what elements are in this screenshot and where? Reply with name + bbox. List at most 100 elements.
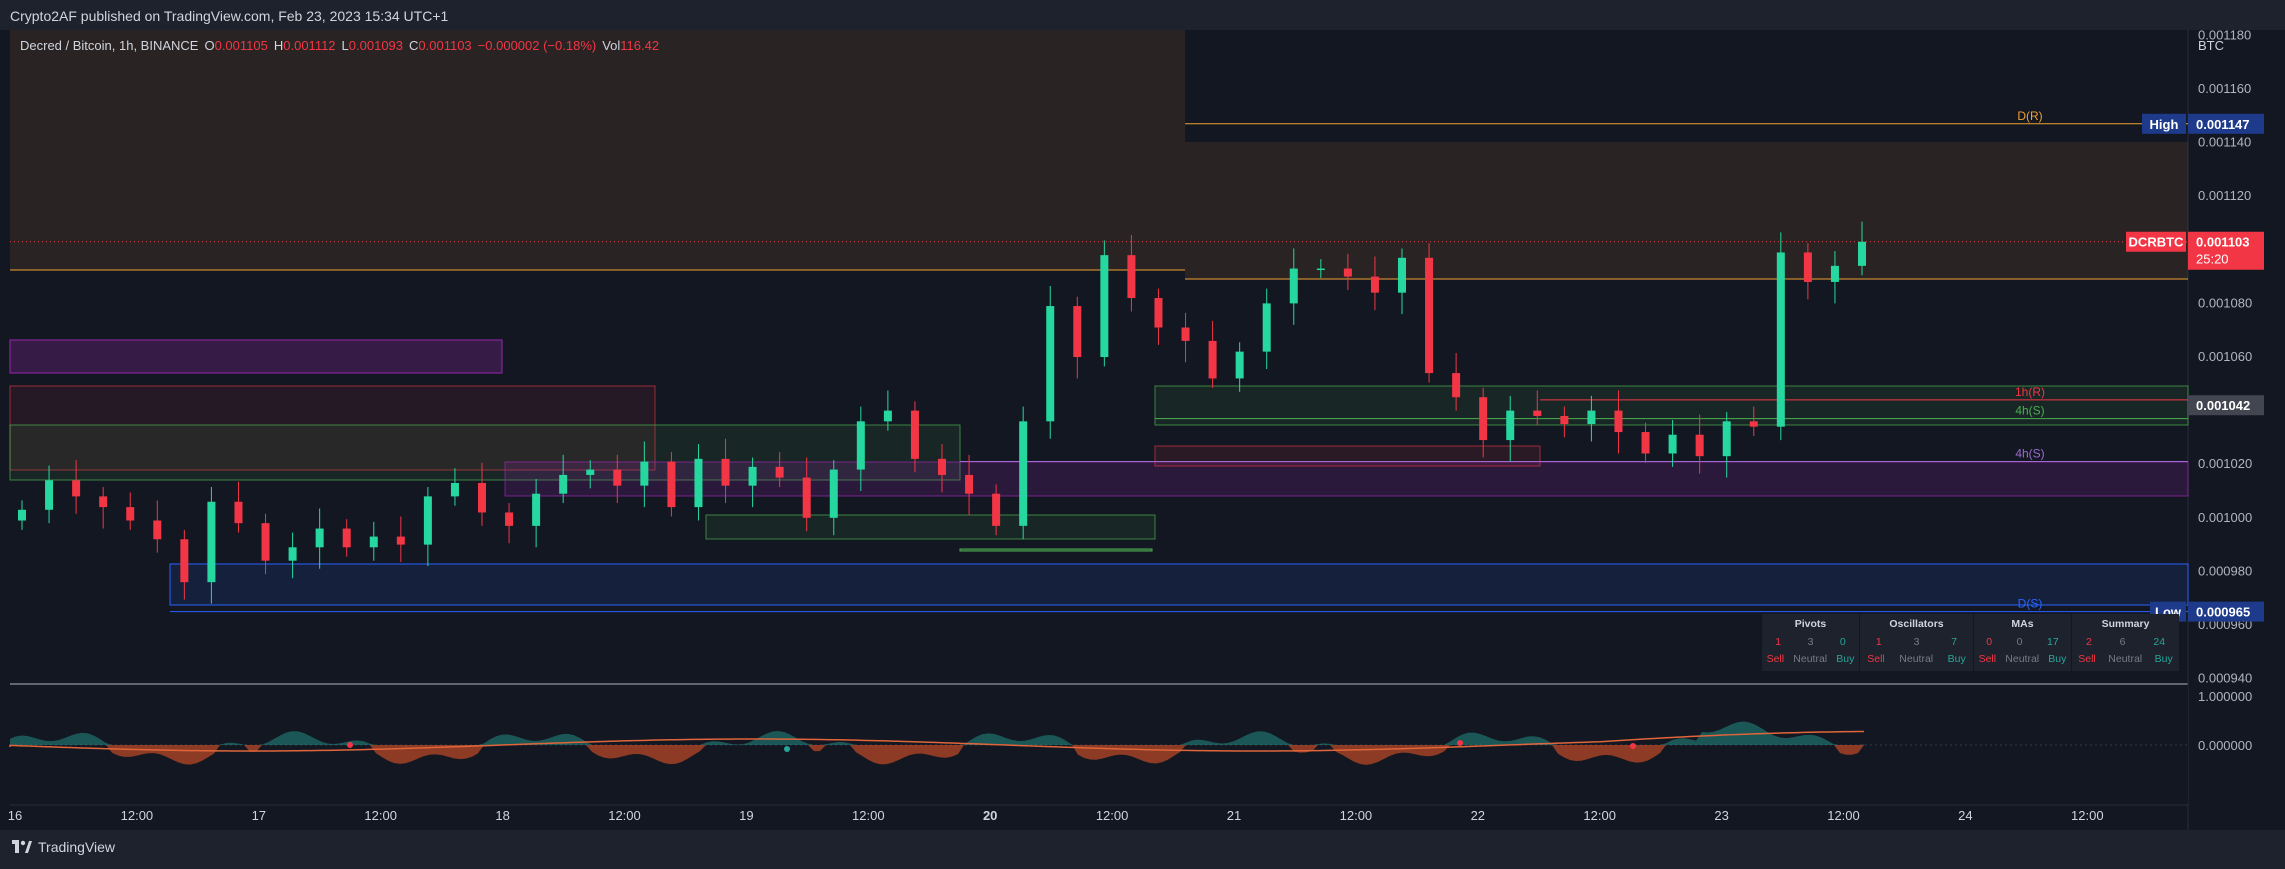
candle-52 bbox=[1425, 243, 1434, 383]
oscillators-neutral-label: Neutral bbox=[1899, 653, 1934, 665]
summary-sell-label: Sell bbox=[2078, 653, 2096, 665]
candle-body-56 bbox=[1533, 410, 1542, 416]
osc-y-tick-0: 1.000000 bbox=[2198, 689, 2252, 704]
summary-cell-mas: MAs 0 0 17 Sell Neutral Buy bbox=[1974, 614, 2071, 671]
candle-body-20 bbox=[559, 474, 568, 494]
candle-body-57 bbox=[1560, 415, 1569, 425]
mas-sell-label: Sell bbox=[1978, 653, 1997, 665]
oscillators-header: Oscillators bbox=[1889, 618, 1944, 630]
pivots-neutral-count: 3 bbox=[1807, 636, 1814, 648]
x-tick-12: 22 bbox=[1471, 808, 1485, 823]
candle-body-53 bbox=[1452, 373, 1461, 398]
candle-body-17 bbox=[478, 482, 486, 513]
mas-neutral-count: 0 bbox=[2016, 636, 2023, 648]
oscillator-cross-dot-1 bbox=[784, 746, 790, 752]
level-label-0: D(R) bbox=[2017, 109, 2042, 123]
candle-body-8 bbox=[234, 501, 243, 524]
tradingview-logo-icon bbox=[12, 840, 32, 853]
candle-body-44 bbox=[1208, 340, 1217, 379]
x-tick-14: 23 bbox=[1714, 808, 1728, 823]
x-tick-4: 18 bbox=[495, 808, 509, 823]
candle-body-22 bbox=[613, 469, 622, 486]
price-chart-svg[interactable]: D(R)1h(R)4h(S)4h(S)D(S)0.0011800.0011600… bbox=[0, 0, 2285, 830]
y-tick-10: 0.000940 bbox=[2198, 671, 2252, 686]
level-label-2: 4h(S) bbox=[2015, 404, 2044, 418]
candle-body-62 bbox=[1695, 434, 1704, 457]
close-value: 0.001103 bbox=[418, 38, 472, 53]
candle-body-10 bbox=[288, 547, 297, 561]
y-tick-7: 0.001000 bbox=[2198, 510, 2252, 525]
high-label: H bbox=[273, 38, 284, 53]
price-tag-value-0: 0.001147 bbox=[2196, 117, 2250, 132]
zone-10 bbox=[959, 548, 1153, 552]
summary-cell-pivots: Pivots 1 3 0 Sell Neutral Buy bbox=[1762, 614, 1859, 671]
candle-body-43 bbox=[1181, 327, 1190, 341]
mas-header: MAs bbox=[2011, 618, 2034, 630]
y-axis-unit: BTC bbox=[2198, 38, 2224, 53]
candle-body-32 bbox=[883, 410, 892, 422]
candle-body-2 bbox=[72, 480, 81, 497]
candle-body-65 bbox=[1776, 252, 1785, 427]
candle-40 bbox=[1100, 240, 1109, 367]
candle-body-46 bbox=[1262, 303, 1271, 352]
symbol-legend: Decred / Bitcoin, 1h, BINANCE O0.001105 … bbox=[20, 38, 659, 53]
candle-body-26 bbox=[721, 458, 730, 486]
candle-body-4 bbox=[126, 507, 135, 521]
candle-body-42 bbox=[1154, 298, 1163, 328]
zone-8 bbox=[169, 563, 2189, 606]
candle-body-3 bbox=[99, 496, 108, 508]
y-tick-6: 0.001020 bbox=[2198, 456, 2252, 471]
candle-body-18 bbox=[505, 512, 514, 526]
footer-bar: TradingView bbox=[0, 830, 2285, 869]
candle-body-31 bbox=[856, 421, 865, 470]
open-value: 0.001105 bbox=[214, 38, 268, 53]
y-tick-1: 0.001160 bbox=[2198, 81, 2251, 96]
candle-body-9 bbox=[261, 523, 270, 561]
x-tick-10: 21 bbox=[1227, 808, 1241, 823]
x-tick-0: 16 bbox=[8, 808, 22, 823]
volume-value: 116.42 bbox=[620, 38, 660, 53]
pivots-buy-label: Buy bbox=[1836, 653, 1855, 665]
candle-body-58 bbox=[1587, 410, 1596, 425]
oscillator-cross-dot-3 bbox=[1630, 743, 1636, 749]
price-tag-value-3: 0.000965 bbox=[2196, 605, 2250, 620]
y-tick-5: 0.001060 bbox=[2198, 349, 2252, 364]
summary-buy-label: Buy bbox=[2154, 653, 2173, 665]
x-tick-3: 12:00 bbox=[364, 808, 397, 823]
pivots-header: Pivots bbox=[1794, 618, 1827, 630]
x-tick-8: 20 bbox=[983, 808, 997, 823]
candle-body-49 bbox=[1343, 268, 1352, 277]
candle-body-5 bbox=[153, 520, 162, 540]
price-tag-value-1: 0.001103 bbox=[2196, 235, 2250, 250]
symbol-title[interactable]: Decred / Bitcoin, 1h, BINANCE bbox=[20, 38, 198, 53]
candle-body-34 bbox=[938, 458, 946, 475]
close-label: C bbox=[409, 38, 419, 53]
mas-buy-label: Buy bbox=[2048, 653, 2067, 665]
oscillators-buy-count: 7 bbox=[1951, 636, 1958, 648]
high-value: 0.001112 bbox=[283, 38, 336, 53]
y-tick-3: 0.001120 bbox=[2198, 188, 2251, 203]
oscillators-sell-count: 1 bbox=[1875, 636, 1882, 648]
y-tick-8: 0.000980 bbox=[2198, 563, 2252, 578]
oscillators-buy-label: Buy bbox=[1947, 653, 1966, 665]
mas-neutral-label: Neutral bbox=[2005, 653, 2040, 665]
candle-body-36 bbox=[992, 493, 1001, 526]
candle-body-41 bbox=[1127, 255, 1136, 299]
x-tick-6: 19 bbox=[739, 808, 753, 823]
candle-body-50 bbox=[1370, 276, 1379, 293]
x-tick-13: 12:00 bbox=[1583, 808, 1616, 823]
summary-neutral-count: 6 bbox=[2119, 636, 2126, 648]
candle-body-39 bbox=[1073, 306, 1082, 357]
price-tag-name-0: High bbox=[2150, 117, 2179, 132]
low-value: 0.001093 bbox=[348, 38, 404, 53]
mas-sell-count: 0 bbox=[1986, 636, 1993, 648]
zone-2 bbox=[9, 339, 503, 374]
summary-cell-summary: Summary 2 6 24 Sell Neutral Buy bbox=[2072, 614, 2179, 671]
tradingview-logo[interactable]: TradingView bbox=[12, 839, 115, 855]
candle-body-35 bbox=[965, 474, 974, 494]
candle-body-67 bbox=[1830, 265, 1839, 282]
candle-body-68 bbox=[1858, 241, 1866, 266]
candle-body-52 bbox=[1425, 257, 1434, 374]
summary-header: Summary bbox=[2101, 618, 2150, 630]
candle-body-47 bbox=[1289, 268, 1298, 304]
